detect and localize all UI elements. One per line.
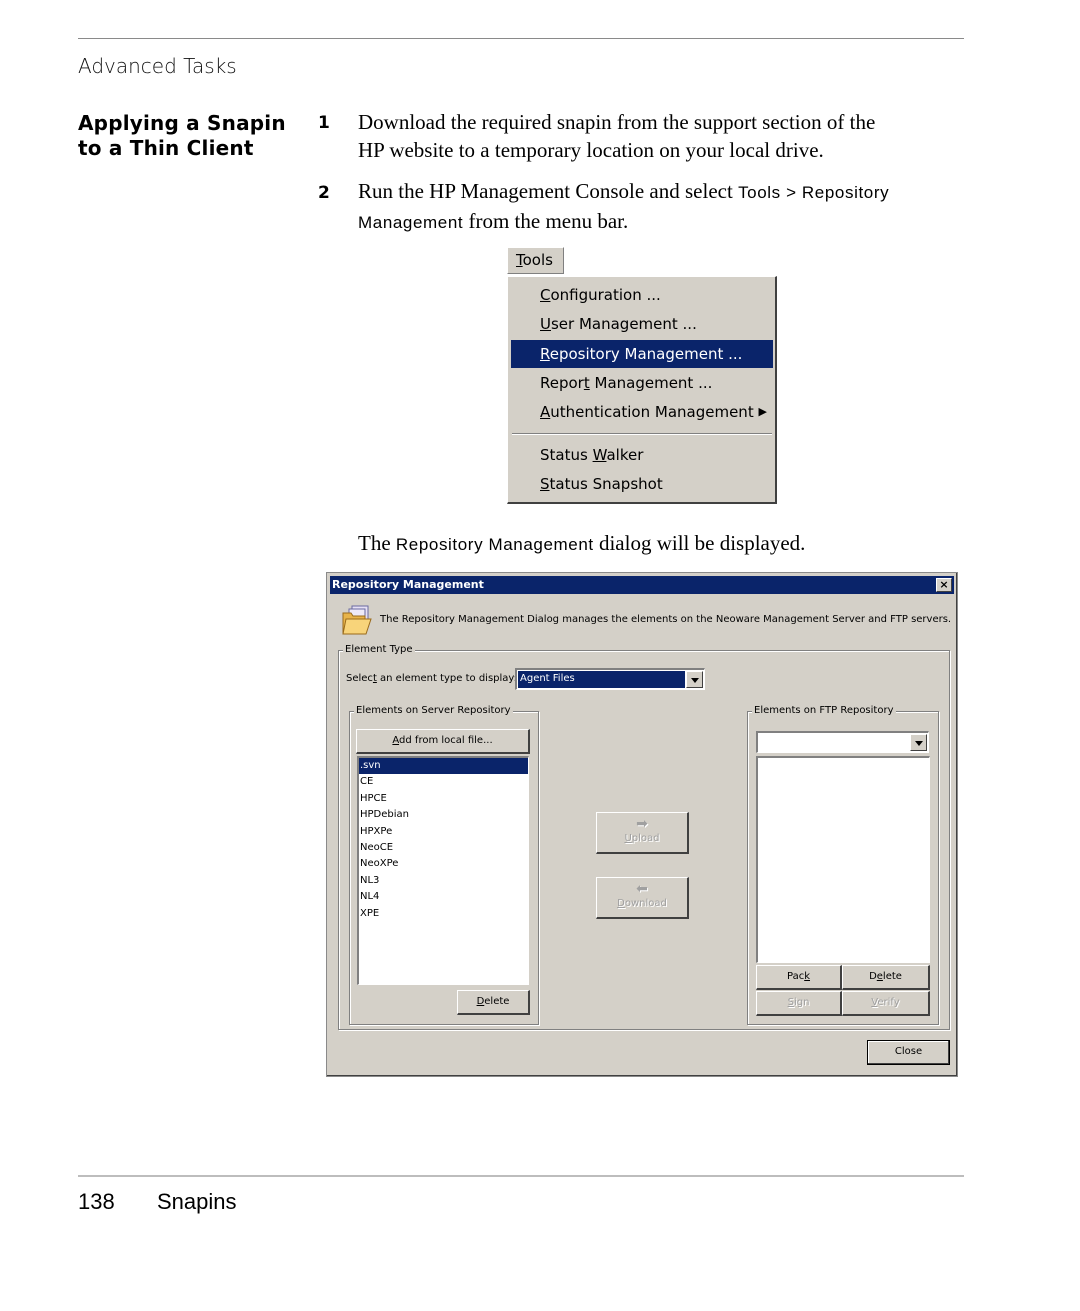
tools-menu-popup: Configuration ... User Management ... Re… bbox=[507, 276, 777, 504]
server-list-item[interactable]: XPE bbox=[359, 906, 528, 922]
menu-item-configuration[interactable]: Configuration ... bbox=[511, 281, 773, 309]
server-repository-label: Elements on Server Repository bbox=[354, 705, 513, 716]
running-header: Advanced Tasks bbox=[78, 54, 237, 78]
server-list-item[interactable]: HPXPe bbox=[359, 824, 528, 840]
step-2-menu-path-cont: Management bbox=[358, 213, 464, 232]
server-list-item[interactable]: HPDebian bbox=[359, 807, 528, 823]
step-2-menu-path: Tools > Repository bbox=[738, 183, 890, 202]
pack-button[interactable]: Pack bbox=[756, 965, 842, 990]
step-2-text: Run the HP Management Console and select… bbox=[358, 177, 978, 237]
caption-pre: The bbox=[358, 531, 396, 555]
menu-item-repository-management[interactable]: Repository Management ... bbox=[511, 340, 773, 368]
arrow-right-icon: ➡ bbox=[636, 816, 648, 832]
dialog-description: The Repository Management Dialog manages… bbox=[380, 614, 952, 625]
tools-menu-accel: T bbox=[516, 251, 523, 269]
ftp-elements-list[interactable] bbox=[756, 756, 930, 963]
upload-label: Upload bbox=[624, 833, 660, 844]
step-2-line1: Run the HP Management Console and select… bbox=[358, 177, 978, 207]
menu-item-report-management[interactable]: Report Management ... bbox=[511, 369, 773, 397]
element-type-select[interactable]: Agent Files bbox=[515, 668, 705, 690]
step-1-line1: Download the required snapin from the su… bbox=[358, 110, 876, 134]
server-list-item[interactable]: NL4 bbox=[359, 889, 528, 905]
page-number: 138 bbox=[78, 1189, 115, 1214]
dialog-titlebar[interactable]: Repository Management × bbox=[330, 576, 954, 594]
element-type-label: Element Type bbox=[343, 644, 415, 655]
caption-dialog-name: Repository Management bbox=[395, 535, 594, 554]
server-elements-items: .svn CE HPCE HPDebian HPXPe NeoCE NeoXPe NL3 NL4… bbox=[359, 758, 528, 922]
step-1-line2: HP website to a temporary location on yo… bbox=[358, 138, 824, 162]
verify-button[interactable]: Verify bbox=[842, 991, 930, 1016]
server-list-item[interactable]: .svn bbox=[359, 758, 528, 775]
menu-item-status-walker[interactable]: Status Walker bbox=[511, 441, 773, 469]
step-2-line1-pre: Run the HP Management Console and select bbox=[358, 179, 739, 203]
server-elements-list[interactable]: .svn CE HPCE HPDebian HPXPe NeoCE NeoXPe NL3 NL4… bbox=[357, 756, 529, 985]
chevron-down-icon[interactable] bbox=[910, 734, 927, 751]
ftp-server-select[interactable] bbox=[756, 731, 929, 753]
tools-menu-button[interactable]: Tools bbox=[507, 247, 564, 274]
menu-item-authentication-management[interactable]: Authentication Management ▶ bbox=[511, 398, 773, 426]
menu-separator bbox=[512, 433, 772, 435]
close-button[interactable]: Close bbox=[867, 1040, 950, 1065]
section-heading: Applying a Snapin to a Thin Client bbox=[78, 111, 286, 161]
header-rule bbox=[78, 38, 964, 39]
step-1-number: 1 bbox=[318, 113, 330, 133]
menu-item-user-management[interactable]: User Management ... bbox=[511, 310, 773, 338]
repository-management-dialog: Repository Management × The Repository M… bbox=[326, 572, 958, 1077]
footer-rule bbox=[78, 1175, 964, 1177]
server-delete-button[interactable]: Delete bbox=[457, 990, 530, 1015]
dialog-title: Repository Management bbox=[332, 578, 484, 591]
server-list-item[interactable]: HPCE bbox=[359, 791, 528, 807]
step-2-line2-post: from the menu bar. bbox=[463, 209, 629, 233]
download-label: Download bbox=[617, 898, 667, 909]
step-2-line2: Management from the menu bar. bbox=[358, 207, 978, 237]
server-list-item[interactable]: NeoCE bbox=[359, 840, 528, 856]
element-type-value: Agent Files bbox=[518, 671, 685, 688]
step-1-text: Download the required snapin from the su… bbox=[358, 108, 968, 164]
upload-button[interactable]: ➡ Upload bbox=[596, 812, 689, 854]
server-list-item[interactable]: NL3 bbox=[359, 873, 528, 889]
server-list-item[interactable]: CE bbox=[359, 774, 528, 790]
menu-item-status-snapshot[interactable]: Status Snapshot bbox=[511, 470, 773, 498]
sign-button[interactable]: Sign bbox=[756, 991, 842, 1016]
add-from-local-file-button[interactable]: Add from local file... bbox=[356, 729, 530, 754]
server-list-item[interactable]: NeoXPe bbox=[359, 856, 528, 872]
dialog-close-icon[interactable]: × bbox=[936, 578, 952, 592]
ftp-server-value bbox=[759, 734, 909, 751]
submenu-arrow-icon: ▶ bbox=[758, 405, 767, 418]
ftp-repository-label: Elements on FTP Repository bbox=[752, 705, 896, 716]
step-2-number: 2 bbox=[318, 183, 330, 203]
chevron-down-icon[interactable] bbox=[686, 671, 703, 688]
section-heading-line1: Applying a Snapin bbox=[78, 111, 286, 135]
arrow-left-icon: ⬅ bbox=[636, 881, 648, 897]
folder-open-icon bbox=[342, 605, 372, 635]
caption-post: dialog will be displayed. bbox=[593, 531, 806, 555]
footer-chapter-title: Snapins bbox=[157, 1189, 237, 1214]
tools-menu-title-rest: ools bbox=[522, 251, 553, 269]
section-heading-line2: to a Thin Client bbox=[78, 136, 254, 160]
dialog-caption: The Repository Management dialog will be… bbox=[358, 529, 805, 559]
download-button[interactable]: ⬅ Download bbox=[596, 877, 689, 919]
element-type-select-label: Select an element type to display: bbox=[346, 673, 517, 684]
ftp-delete-button[interactable]: Delete bbox=[842, 965, 930, 990]
